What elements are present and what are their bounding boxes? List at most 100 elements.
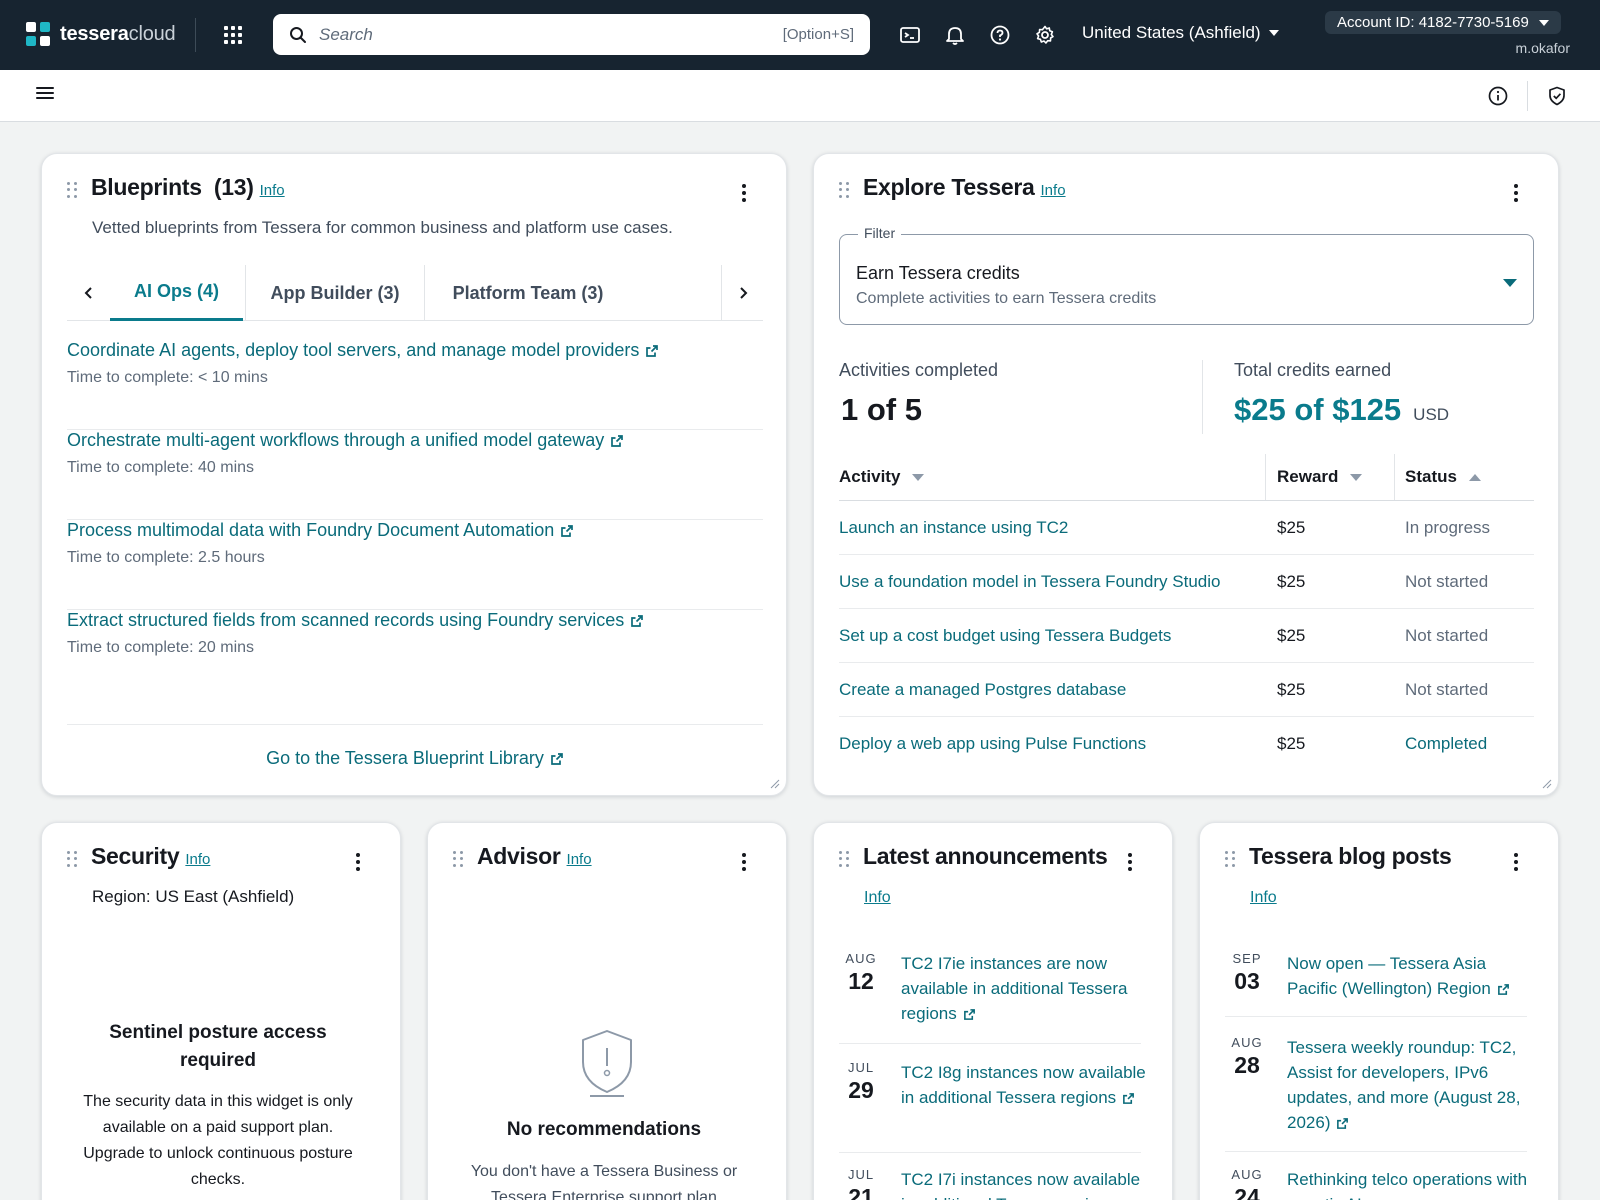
widget-description: Vetted blueprints from Tessera for commo… [92, 218, 673, 237]
more-options-icon[interactable] [1514, 853, 1518, 871]
announcement-link[interactable]: TC2 I7i instances now available in addit… [901, 1167, 1147, 1200]
menu-icon[interactable] [36, 87, 54, 103]
external-link-icon [1337, 1118, 1349, 1129]
blog-link[interactable]: Now open — Tessera Asia Pacific (Welling… [1287, 951, 1533, 1001]
announcement-item[interactable]: JUL 29 TC2 I8g instances now available in… [839, 1060, 1146, 1153]
blueprint-link[interactable]: Process multimodal data with Foundry Doc… [67, 520, 554, 541]
info-link[interactable]: Info [567, 851, 592, 868]
credits-stat: $25 of $125 USD [1234, 392, 1449, 428]
column-header-reward[interactable]: Reward [1277, 454, 1363, 500]
column-divider [1265, 454, 1266, 500]
logo[interactable]: tesseracloud [26, 22, 176, 46]
more-options-icon[interactable] [1128, 853, 1132, 871]
blueprint-library-link[interactable]: Go to the Tessera Blueprint Library [266, 748, 544, 769]
search-icon [290, 26, 306, 43]
widget-title: Tessera blog posts [1249, 843, 1452, 869]
info-icon[interactable] [1487, 85, 1509, 107]
security-heading: Sentinel posture access required [109, 1022, 327, 1071]
security-widget: Security Info Region: US East (Ashfield) … [41, 822, 401, 1200]
advisor-empty-state: No recommendations You don't have a Tess… [458, 1119, 750, 1200]
drag-handle-icon[interactable] [453, 851, 463, 867]
drag-handle-icon[interactable] [839, 182, 849, 198]
stat-divider [1202, 360, 1203, 434]
drag-handle-icon[interactable] [1225, 851, 1235, 867]
blueprints-widget: Blueprints (13) Info Vetted blueprints fr… [41, 153, 787, 796]
sort-down-icon [912, 473, 925, 481]
activity-link[interactable]: Use a foundation model in Tessera Foundr… [839, 555, 1220, 609]
blog-date: AUG 24 [1231, 1167, 1263, 1200]
blog-item[interactable]: AUG 28 Tessera weekly roundup: TC2, Assis… [1225, 1035, 1527, 1152]
table-row: Use a foundation model in Tessera Foundr… [839, 555, 1534, 609]
more-options-icon[interactable] [742, 853, 746, 871]
activity-link[interactable]: Launch an instance using TC2 [839, 501, 1068, 555]
filter-select[interactable]: Filter Earn Tessera credits Complete act… [839, 225, 1534, 325]
blueprint-item[interactable]: Coordinate AI agents, deploy tool server… [67, 340, 763, 430]
drag-handle-icon[interactable] [839, 851, 849, 867]
blueprint-link[interactable]: Orchestrate multi-agent workflows throug… [67, 430, 604, 451]
reward-cell: $25 [1277, 518, 1306, 537]
info-link[interactable]: Info [1041, 182, 1066, 199]
column-header-status[interactable]: Status [1405, 454, 1481, 500]
more-options-icon[interactable] [356, 853, 360, 871]
search-input[interactable] [319, 24, 783, 45]
logo-text: tesseracloud [60, 22, 176, 45]
blueprint-time: Time to complete: 40 mins [67, 459, 255, 476]
security-empty-state: Sentinel posture access required The sec… [72, 1019, 364, 1193]
more-options-icon[interactable] [742, 184, 746, 202]
announcement-item[interactable]: JUL21 TC2 I7i instances now available in… [839, 1167, 1141, 1200]
blog-item[interactable]: AUG24 Rethinking telco operations with a… [1225, 1167, 1527, 1200]
blog-link[interactable]: Tessera weekly roundup: TC2, Assist for … [1287, 1035, 1533, 1135]
blueprint-link[interactable]: Coordinate AI agents, deploy tool server… [67, 340, 639, 361]
announcement-link[interactable]: TC2 I8g instances now available in addit… [901, 1060, 1147, 1110]
column-header-activity[interactable]: Activity [839, 454, 925, 500]
info-link[interactable]: Info [185, 851, 210, 868]
table-row: Deploy a web app using Pulse Functions $… [839, 717, 1534, 771]
info-link[interactable]: Info [1250, 889, 1277, 907]
chevron-right-icon[interactable] [737, 285, 749, 301]
activity-link[interactable]: Set up a cost budget using Tessera Budge… [839, 609, 1171, 663]
shield-check-icon[interactable] [1546, 85, 1568, 107]
info-link[interactable]: Info [864, 889, 891, 907]
activity-link[interactable]: Deploy a web app using Pulse Functions [839, 717, 1146, 771]
blog-item[interactable]: SEP 03 Now open — Tessera Asia Pacific (W… [1225, 951, 1527, 1017]
external-link-icon [611, 434, 624, 447]
announcement-item[interactable]: AUG 12 TC2 I7ie instances are now availab… [839, 951, 1141, 1044]
blog-date: SEP 03 [1232, 951, 1262, 994]
toolbar-divider [1527, 81, 1528, 111]
widget-title: Explore Tessera Info [863, 174, 1066, 200]
tab-platform-team[interactable]: Platform Team (3) [425, 265, 631, 321]
blueprint-link[interactable]: Extract structured fields from scanned r… [67, 610, 624, 631]
reward-cell: $25 [1277, 626, 1306, 645]
tab-ai-ops[interactable]: AI Ops (4) [110, 265, 243, 321]
resize-handle-icon[interactable] [770, 779, 780, 789]
region-selector[interactable]: United States (Ashfield) [1082, 23, 1279, 43]
reward-cell: $25 [1277, 734, 1306, 753]
blueprint-item[interactable]: Orchestrate multi-agent workflows throug… [67, 430, 763, 520]
search-bar[interactable]: [Option+S] [273, 14, 870, 55]
table-row: Set up a cost budget using Tessera Budge… [839, 609, 1534, 663]
announcement-link[interactable]: TC2 I7ie instances are now available in … [901, 951, 1147, 1026]
apps-icon[interactable] [224, 26, 242, 44]
terminal-icon[interactable] [899, 24, 921, 46]
bell-icon[interactable] [944, 24, 966, 46]
blog-date: AUG 28 [1231, 1035, 1263, 1078]
blueprint-tabs: AI Ops (4) App Builder (3) Platform Team… [67, 265, 763, 321]
settings-icon[interactable] [1034, 24, 1056, 46]
help-icon[interactable] [989, 24, 1011, 46]
drag-handle-icon[interactable] [67, 182, 77, 198]
blueprint-item[interactable]: Extract structured fields from scanned r… [67, 610, 763, 700]
blog-link[interactable]: Rethinking telco operations with agentic… [1287, 1167, 1533, 1200]
drag-handle-icon[interactable] [67, 851, 77, 867]
top-navigation: tesseracloud [Option+S] United States (A… [0, 0, 1600, 70]
resize-handle-icon[interactable] [1542, 779, 1552, 789]
announcements-widget: Latest announcements Info AUG 12 TC2 I7ie… [813, 822, 1173, 1200]
blueprint-item[interactable]: Process multimodal data with Foundry Doc… [67, 520, 763, 610]
info-link[interactable]: Info [260, 182, 285, 199]
reward-cell: $25 [1277, 680, 1306, 699]
tab-app-builder[interactable]: App Builder (3) [246, 265, 424, 321]
chevron-left-icon[interactable] [83, 285, 95, 301]
more-options-icon[interactable] [1514, 184, 1518, 202]
activity-link[interactable]: Create a managed Postgres database [839, 663, 1126, 717]
caret-down-icon [1268, 30, 1279, 36]
account-menu[interactable]: Account ID: 4182-7730-5169 [1325, 11, 1561, 34]
